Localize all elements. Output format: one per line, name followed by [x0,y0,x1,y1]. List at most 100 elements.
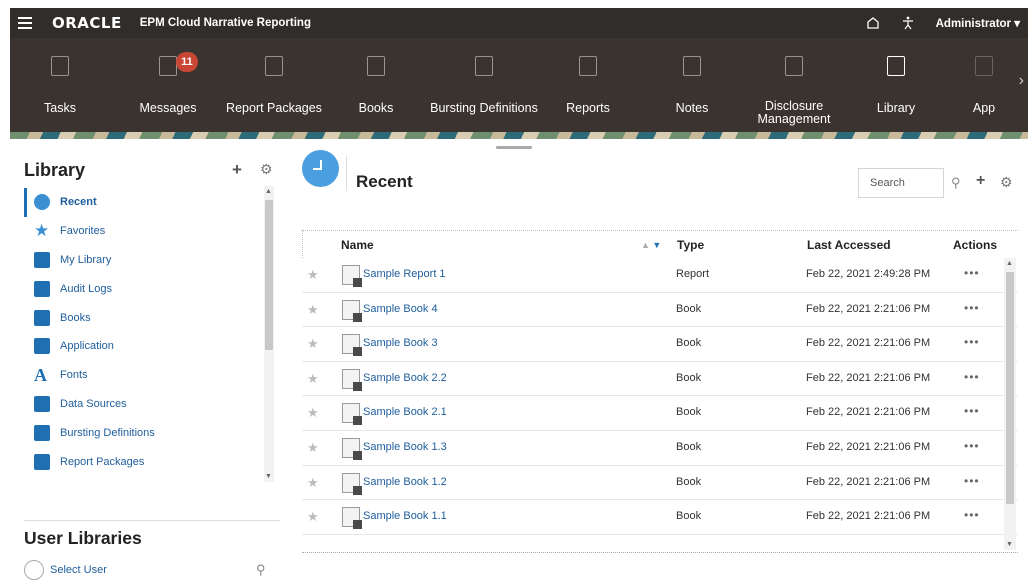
reports-icon [579,56,597,76]
item-last-accessed: Feb 22, 2021 2:21:06 PM [806,302,931,315]
user-menu[interactable]: Administrator ▾ [936,16,1020,30]
library-item-my-library[interactable]: My Library [24,246,264,275]
table-row[interactable]: ★ Sample Book 1.2 Book Feb 22, 2021 2:21… [302,466,1018,501]
item-name-link[interactable]: Sample Book 2.2 [363,372,447,384]
table-row[interactable]: ★ Sample Book 2.1 Book Feb 22, 2021 2:21… [302,396,1018,431]
library-item-label: Recent [60,196,97,209]
nav-label: Notes [675,101,709,115]
scrollbar-thumb[interactable] [1006,272,1014,504]
nav-tasks[interactable]: Tasks [28,38,92,132]
column-header-last-accessed[interactable]: Last Accessed [807,238,891,252]
star-icon[interactable]: ★ [307,336,319,352]
accessibility-icon[interactable] [902,16,914,30]
select-user[interactable]: Select User [24,560,107,580]
resize-handle[interactable] [496,146,532,149]
library-item-fonts[interactable]: A Fonts [24,361,264,390]
report-packages-icon [265,56,283,76]
home-icon[interactable] [866,16,880,30]
bursting-definitions-icon [34,424,50,441]
library-item-label: Report Packages [60,455,145,468]
library-item-books[interactable]: Books [24,303,264,332]
star-icon[interactable]: ★ [307,371,319,387]
item-name-link[interactable]: Sample Report 1 [363,268,446,280]
library-item-label: Audit Logs [60,282,112,295]
gear-icon[interactable]: ⚙ [1000,174,1013,191]
plus-icon[interactable]: + [232,160,242,180]
table-row[interactable]: ★ Sample Book 4 Book Feb 22, 2021 2:21:0… [302,293,1018,328]
table-row[interactable]: ★ Sample Report 1 Report Feb 22, 2021 2:… [302,258,1018,293]
nav-disclosure-management[interactable]: Disclosure Management [748,38,840,132]
star-icon[interactable]: ★ [307,267,319,283]
item-name-link[interactable]: Sample Book 4 [363,303,438,315]
library-item-audit-logs[interactable]: Audit Logs [24,274,264,303]
scroll-up-icon[interactable]: ▲ [1006,260,1013,267]
library-item-label: My Library [60,253,112,266]
search-icon[interactable]: ⚲ [951,175,961,191]
nav-messages[interactable]: 11 Messages [128,38,208,132]
actions-menu-icon[interactable]: ••• [964,266,980,280]
library-panel: Library + ⚙ Recent ★ Favorites My Librar… [10,150,286,586]
column-header-name[interactable]: Name [341,238,374,252]
library-item-label: Books [60,311,91,324]
library-icon [887,56,905,76]
nav-report-packages[interactable]: Report Packages [218,38,330,132]
star-icon[interactable]: ★ [307,405,319,421]
scroll-up-icon[interactable]: ▲ [265,188,272,195]
nav-bursting-definitions[interactable]: Bursting Definitions [422,38,546,132]
user-avatar-icon [24,560,44,580]
nav-reports[interactable]: Reports [556,38,620,132]
chevron-right-icon[interactable]: › [1019,72,1024,90]
library-item-data-sources[interactable]: Data Sources [24,390,264,419]
nav-app[interactable]: App [960,38,1008,132]
nav-library[interactable]: Library [864,38,928,132]
library-item-application[interactable]: Application [24,332,264,361]
star-icon[interactable]: ★ [307,440,319,456]
column-header-type[interactable]: Type [677,238,704,252]
nav-label: Reports [566,101,610,115]
actions-menu-icon[interactable]: ••• [964,404,980,418]
table-scrollbar[interactable]: ▲ ▼ [1004,258,1016,550]
item-name-link[interactable]: Sample Book 1.2 [363,476,447,488]
actions-menu-icon[interactable]: ••• [964,370,980,384]
table-row[interactable]: ★ Sample Book 1.1 Book Feb 22, 2021 2:21… [302,500,1018,535]
library-item-recent[interactable]: Recent [24,188,264,217]
scroll-down-icon[interactable]: ▼ [1006,541,1013,548]
item-name-link[interactable]: Sample Book 1.1 [363,510,447,522]
table-row[interactable]: ★ Sample Book 3 Book Feb 22, 2021 2:21:0… [302,327,1018,362]
actions-menu-icon[interactable]: ••• [964,474,980,488]
audit-logs-icon [34,280,50,297]
tasks-icon [51,56,69,76]
nav-books[interactable]: Books [346,38,406,132]
report-file-icon [342,265,362,287]
item-name-link[interactable]: Sample Book 1.3 [363,441,447,453]
sort-icon[interactable]: ▲ ▼ [641,240,661,250]
item-name-link[interactable]: Sample Book 3 [363,337,438,349]
actions-menu-icon[interactable]: ••• [964,301,980,315]
star-icon[interactable]: ★ [307,475,319,491]
scrollbar-thumb[interactable] [265,200,273,350]
library-item-report-packages[interactable]: Report Packages [24,447,264,476]
star-icon[interactable]: ★ [307,302,319,318]
scroll-down-icon[interactable]: ▼ [265,473,272,480]
plus-icon[interactable]: + [976,172,985,190]
search-icon[interactable]: ⚲ [256,562,266,578]
actions-menu-icon[interactable]: ••• [964,508,980,522]
book-file-icon [342,368,362,391]
table-row[interactable]: ★ Sample Book 2.2 Book Feb 22, 2021 2:21… [302,362,1018,397]
item-name-link[interactable]: Sample Book 2.1 [363,406,447,418]
library-item-label: Bursting Definitions [60,426,155,439]
gear-icon[interactable]: ⚙ [260,161,273,178]
actions-menu-icon[interactable]: ••• [964,335,980,349]
table-row[interactable]: ★ Sample Book 1.3 Book Feb 22, 2021 2:21… [302,431,1018,466]
clock-icon [302,150,339,187]
library-item-favorites[interactable]: ★ Favorites [24,217,264,246]
library-scrollbar[interactable]: ▲ ▼ [264,186,274,482]
hamburger-menu-icon[interactable] [18,14,32,32]
star-icon: ★ [34,221,50,241]
library-item-bursting-definitions[interactable]: Bursting Definitions [24,418,264,447]
nav-notes[interactable]: Notes [662,38,722,132]
star-icon[interactable]: ★ [307,509,319,525]
search-input[interactable] [858,168,944,198]
disclosure-management-icon [785,56,803,76]
actions-menu-icon[interactable]: ••• [964,439,980,453]
